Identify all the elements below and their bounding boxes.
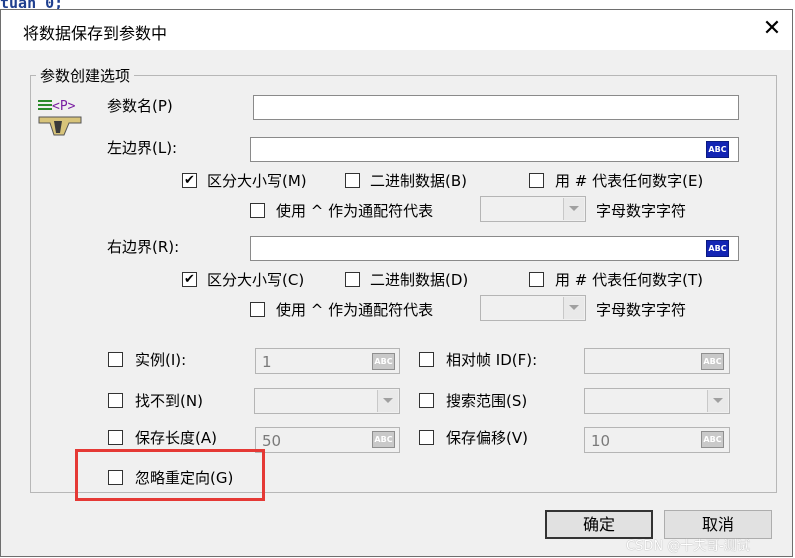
chevron-down-icon bbox=[377, 390, 398, 412]
right-case-label: 区分大小写(C) bbox=[207, 271, 305, 289]
instance-label: 实例(I): bbox=[135, 351, 187, 369]
right-wildcard-combo[interactable] bbox=[480, 295, 586, 321]
right-boundary-abc-button[interactable]: ABC bbox=[706, 240, 729, 257]
search-scope-combo[interactable] bbox=[584, 388, 730, 414]
right-hash-checkbox[interactable] bbox=[529, 272, 544, 287]
left-case-checkbox[interactable]: ✔ bbox=[182, 173, 197, 188]
right-wildcard-label: 使用 ^ 作为通配符代表 bbox=[276, 301, 434, 319]
chevron-down-icon bbox=[707, 390, 728, 412]
not-found-label: 找不到(N) bbox=[135, 392, 203, 410]
right-binary-checkbox[interactable] bbox=[345, 272, 360, 287]
left-boundary-abc-button[interactable]: ABC bbox=[706, 141, 729, 158]
relative-frame-checkbox[interactable] bbox=[419, 352, 434, 367]
left-hash-checkbox[interactable] bbox=[529, 173, 544, 188]
right-boundary-label: 右边界(R): bbox=[107, 238, 180, 256]
right-boundary-input[interactable] bbox=[250, 236, 739, 261]
search-scope-checkbox[interactable] bbox=[419, 393, 434, 408]
param-name-input[interactable] bbox=[253, 95, 739, 120]
instance-checkbox[interactable] bbox=[108, 352, 123, 367]
parameter-icon: <P> bbox=[36, 97, 86, 143]
save-length-abc-button[interactable]: ABC bbox=[372, 431, 395, 448]
param-name-label: 参数名(P) bbox=[107, 97, 173, 115]
right-binary-label: 二进制数据(D) bbox=[370, 271, 469, 289]
save-offset-checkbox[interactable] bbox=[419, 430, 434, 445]
left-hash-label: 用 # 代表任何数字(E) bbox=[555, 172, 704, 190]
right-wildcard-suffix: 字母数字字符 bbox=[596, 301, 687, 319]
left-wildcard-checkbox[interactable] bbox=[250, 203, 265, 218]
left-wildcard-suffix: 字母数字字符 bbox=[596, 202, 687, 220]
left-binary-label: 二进制数据(B) bbox=[370, 172, 467, 190]
chevron-down-icon bbox=[563, 198, 584, 220]
not-found-combo[interactable] bbox=[254, 388, 400, 414]
chevron-down-icon bbox=[563, 297, 584, 319]
relative-frame-abc-button[interactable]: ABC bbox=[701, 353, 724, 370]
relative-frame-label: 相对帧 ID(F): bbox=[446, 351, 538, 369]
close-icon[interactable]: ✕ bbox=[759, 16, 785, 42]
groupbox-legend: 参数创建选项 bbox=[36, 65, 135, 86]
left-wildcard-label: 使用 ^ 作为通配符代表 bbox=[276, 202, 434, 220]
left-boundary-input[interactable] bbox=[250, 137, 739, 162]
parameter-icon-text: <P> bbox=[52, 99, 76, 114]
save-offset-abc-button[interactable]: ABC bbox=[701, 431, 724, 448]
not-found-checkbox[interactable] bbox=[108, 393, 123, 408]
red-highlight-box bbox=[75, 449, 265, 501]
left-case-label: 区分大小写(M) bbox=[207, 172, 307, 190]
search-scope-label: 搜索范围(S) bbox=[446, 392, 528, 410]
save-offset-label: 保存偏移(V) bbox=[446, 429, 528, 447]
right-hash-label: 用 # 代表任何数字(T) bbox=[555, 271, 703, 289]
left-wildcard-combo[interactable] bbox=[480, 196, 586, 222]
left-binary-checkbox[interactable] bbox=[345, 173, 360, 188]
left-boundary-label: 左边界(L): bbox=[107, 139, 178, 157]
dialog-title: 将数据保存到参数中 bbox=[23, 24, 168, 43]
save-length-label: 保存长度(A) bbox=[135, 429, 217, 447]
right-wildcard-checkbox[interactable] bbox=[250, 302, 265, 317]
right-case-checkbox[interactable]: ✔ bbox=[182, 272, 197, 287]
save-length-checkbox[interactable] bbox=[108, 430, 123, 445]
title-bar: 将数据保存到参数中 ✕ bbox=[1, 10, 792, 50]
watermark-text: CSDN @十夫哥-测试 bbox=[626, 539, 750, 554]
instance-abc-button[interactable]: ABC bbox=[372, 353, 395, 370]
